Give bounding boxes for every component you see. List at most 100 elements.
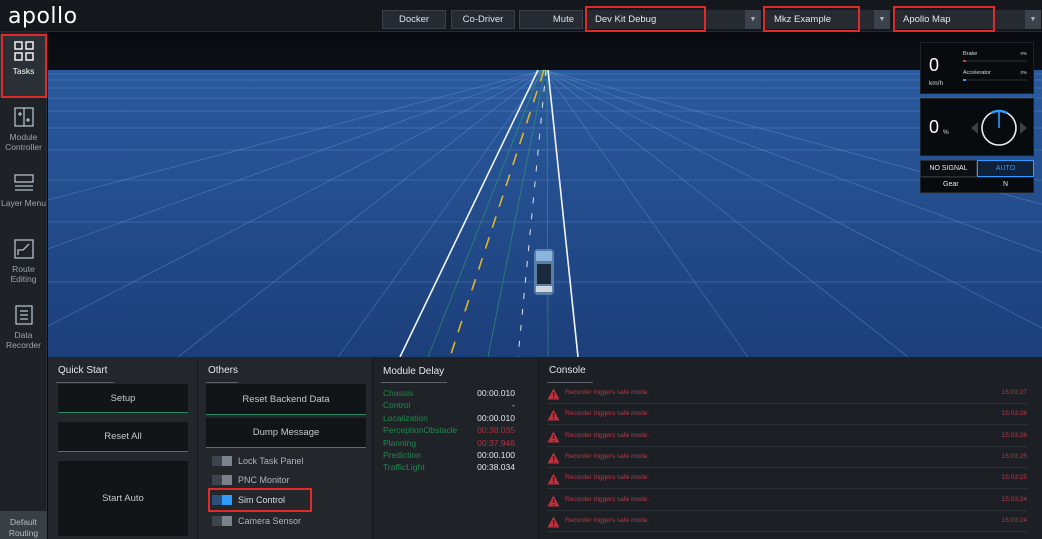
warning-icon (547, 516, 560, 528)
module-name: TrafficLight (383, 462, 425, 473)
dump-message-button[interactable]: Dump Message (206, 418, 366, 448)
accelerator-value: 0% (1020, 70, 1027, 75)
steering-panel: 0 % (920, 98, 1034, 156)
module-delay-value: 00:00.010 (477, 412, 515, 423)
console-message-time: 15:03:24 (1001, 495, 1027, 503)
module-delay-title: Module Delay (383, 366, 445, 377)
speed-unit: km/h (929, 80, 944, 87)
module-delay-row: Control - (383, 400, 515, 412)
reset-all-button[interactable]: Reset All (58, 422, 188, 452)
quick-start-title: Quick Start (58, 365, 108, 376)
sidebar-item-tasks[interactable]: Tasks (0, 34, 47, 98)
default-routing-button[interactable]: Default Routing (0, 511, 47, 539)
warning-icon (547, 452, 560, 464)
steering-unit: % (943, 129, 949, 136)
toggle-switch[interactable] (212, 516, 232, 526)
module-delay-value: 00:00.010 (477, 388, 515, 398)
layer-menu-icon (13, 174, 34, 191)
module-delay-row: Prediction 00:00.100 (383, 450, 515, 462)
map-select-value: Apollo Map (903, 14, 951, 25)
module-delay-value: 00:38.034 (477, 462, 515, 473)
module-controller-icon (13, 107, 34, 127)
mode-select-value: Dev Kit Debug (595, 14, 657, 25)
mute-button[interactable]: Mute (519, 10, 583, 29)
title-underline (381, 382, 447, 383)
module-name: Chassis (383, 388, 414, 398)
sidebar-item-module-controller[interactable]: Module Controller (0, 100, 47, 164)
warning-icon (547, 388, 560, 400)
module-delay-value: 00:38.035 (477, 425, 515, 436)
console-message: Recorder triggers safe mode. 15:03:26 (547, 405, 1027, 426)
console-message: Recorder triggers safe mode. 15:03:24 (547, 512, 1027, 532)
accelerator-label: Accelerator (963, 70, 991, 76)
title-underline (547, 382, 593, 383)
others-title: Others (208, 365, 239, 376)
sidebar-item-data-recorder[interactable]: Data Recorder (0, 298, 47, 362)
co-driver-button[interactable]: Co-Driver (451, 10, 515, 29)
sidebar-item-label: Data Recorder (6, 330, 41, 350)
brake-bar (963, 60, 1027, 62)
steering-wheel-icon (971, 109, 1027, 146)
toggle-switch[interactable] (212, 495, 232, 505)
console-message-text: Recorder triggers safe mode. (565, 410, 650, 418)
warning-icon (547, 431, 560, 443)
module-name: Control (383, 400, 411, 411)
route-editing-icon (13, 239, 34, 259)
console-message-time: 15:03:27 (1001, 389, 1027, 396)
mode-select[interactable]: Dev Kit Debug ▼ (585, 10, 761, 29)
title-underline (56, 382, 114, 383)
console-message-text: Recorder triggers safe mode. (565, 452, 650, 460)
console-message-text: Recorder triggers safe mode. (565, 431, 650, 439)
vehicle-select-value: Mkz Example (774, 14, 832, 25)
module-delay-value: - (512, 400, 515, 411)
gear-panel: Gear N (920, 177, 1034, 193)
module-delay-row: PerceptionObstacle 00:38.035 (383, 425, 515, 437)
ground-grid (48, 70, 1042, 357)
console-message-text: Recorder triggers safe mode. (565, 516, 650, 524)
speed-value: 0 (929, 55, 940, 75)
console-message-time: 15:03:25 (1001, 474, 1027, 482)
signal-status: NO SIGNAL (920, 160, 977, 177)
chevron-down-icon: ▼ (745, 10, 761, 29)
module-name: Planning (383, 437, 417, 448)
sidebar-item-label: Route Editing (10, 264, 37, 284)
scene-view[interactable] (48, 32, 1042, 357)
steering-value: 0 (929, 117, 940, 137)
toggle-switch[interactable] (212, 475, 232, 485)
console-message: Recorder triggers safe mode. 15:03:27 (547, 384, 1027, 404)
grid-icon (13, 41, 34, 61)
sidebar-item-layer-menu[interactable]: Layer Menu (0, 166, 47, 230)
accelerator-bar-fill (963, 79, 966, 81)
toggle-label: PNC Monitor (238, 475, 290, 485)
warning-icon (547, 495, 560, 506)
console-message: Recorder triggers safe mode. 15:03:26 (547, 427, 1027, 447)
start-auto-button[interactable]: Start Auto (58, 461, 188, 536)
sky (48, 32, 1042, 72)
docker-version-button[interactable]: Docker Version (382, 10, 446, 42)
sidebar: Tasks Module Controller Layer Menu Route… (0, 32, 47, 539)
sidebar-item-route-editing[interactable]: Route Editing (0, 232, 47, 296)
console-message: Recorder triggers safe mode. 15:03:24 (547, 491, 1027, 511)
data-recorder-icon (14, 305, 33, 325)
setup-button[interactable]: Setup (58, 384, 188, 413)
sidebar-item-label: Module Controller (5, 132, 42, 152)
module-name: Prediction (383, 450, 421, 460)
map-select[interactable]: Apollo Map ▼ (893, 10, 1041, 29)
reset-backend-data-button[interactable]: Reset Backend Data (206, 384, 366, 415)
module-delay-row: TrafficLight 00:38.034 (383, 462, 515, 474)
console-message-time: 15:03:26 (1001, 410, 1027, 418)
quick-start-panel: Quick Start Setup Reset All Start Auto (48, 357, 198, 539)
sidebar-item-label: Tasks (12, 66, 35, 76)
vehicle-select[interactable]: Mkz Example ▼ (764, 10, 890, 29)
module-name: PerceptionObstacle (383, 425, 458, 436)
console-panel: Console Recorder triggers safe mode. 15:0… (539, 357, 1042, 539)
toggle-switch[interactable] (212, 456, 232, 466)
module-delay-row: Chassis 00:00.010 (383, 388, 515, 400)
module-delay-row: Localization 00:00.010 (383, 413, 515, 425)
chevron-down-icon: ▼ (874, 10, 890, 29)
vehicle-dashboard: 0 km/h Brake 0% Accelerator 0% 0 % NO SI… (920, 42, 1034, 197)
console-title: Console (549, 365, 586, 376)
console-message-text: Recorder triggers safe mode. (565, 474, 650, 482)
title-underline (206, 382, 238, 383)
toggle-label: Lock Task Panel (238, 456, 304, 466)
